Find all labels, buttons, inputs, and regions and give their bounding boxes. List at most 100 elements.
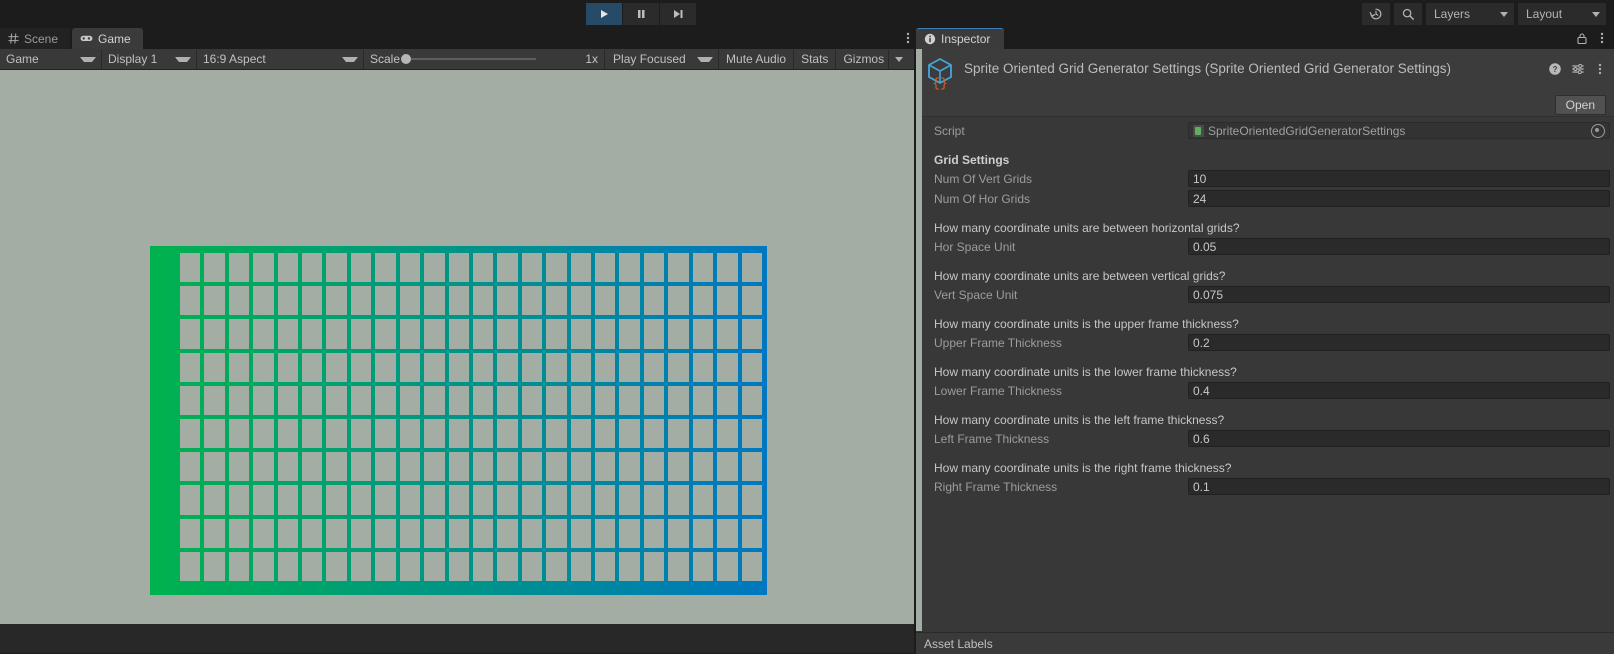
grid-cell <box>741 319 762 349</box>
grid-cell <box>399 485 421 515</box>
grid-cell <box>472 452 494 482</box>
grid-cell <box>326 385 347 415</box>
gamepad-icon <box>80 35 93 42</box>
scale-slider-group[interactable]: Scale 1x <box>364 49 606 69</box>
grid-cell <box>204 319 225 349</box>
gizmos-button[interactable]: Gizmos <box>836 49 889 69</box>
play-mode-dropdown[interactable]: Play Focused <box>607 49 720 69</box>
asset-labels-bar[interactable]: Asset Labels <box>916 632 1614 654</box>
grid-cell <box>326 419 347 449</box>
grid-cell <box>204 253 225 283</box>
grid-cell <box>424 452 445 482</box>
grid-cell <box>375 485 396 515</box>
display-dropdown[interactable]: Display 1 <box>102 49 197 69</box>
scale-slider-knob[interactable] <box>401 54 412 64</box>
field-row: Num Of Hor Grids 24 <box>916 189 1614 208</box>
field-help-text: How many coordinate units are between ve… <box>934 268 1226 283</box>
grid-cell <box>619 485 640 515</box>
grid-cell <box>253 352 274 382</box>
tab-scene[interactable]: Scene <box>0 28 71 49</box>
grid-cell <box>375 518 396 548</box>
grid-cell <box>253 253 274 283</box>
chevron-down-icon <box>342 56 358 62</box>
step-button[interactable] <box>660 3 696 25</box>
grid-cell <box>350 485 372 515</box>
play-button[interactable] <box>586 3 622 25</box>
panel-context-menu-left[interactable] <box>902 30 914 49</box>
field-input[interactable]: 0.075 <box>1188 286 1610 303</box>
inspector-object-title: Sprite Oriented Grid Generator Settings … <box>964 61 1451 76</box>
field-input[interactable]: 24 <box>1188 190 1610 207</box>
grid-cell <box>521 518 543 548</box>
grid-cell <box>350 253 372 283</box>
field-input[interactable]: 10 <box>1188 170 1610 187</box>
grid-cell <box>619 253 640 283</box>
grid-cell <box>497 518 518 548</box>
layers-dropdown[interactable]: Layers <box>1426 3 1514 25</box>
grid-cell <box>326 286 347 316</box>
grid-cell <box>521 352 543 382</box>
tab-inspector[interactable]: Inspector <box>916 28 1005 49</box>
grid-cell <box>326 518 347 548</box>
grid-cell <box>326 452 347 482</box>
grid-cell <box>204 551 225 581</box>
grid-cell <box>619 286 640 316</box>
script-object-field[interactable]: SpriteOrientedGridGeneratorSettings <box>1188 122 1610 139</box>
open-button[interactable]: Open <box>1554 95 1606 115</box>
grid-cell <box>399 253 421 283</box>
grid-cell <box>643 518 665 548</box>
history-icon <box>1369 8 1382 20</box>
grid-cell <box>741 518 762 548</box>
grid-cell <box>375 385 396 415</box>
sprite-oriented-grid <box>150 246 767 595</box>
tab-game[interactable]: Game <box>72 28 143 49</box>
grid-cells-container <box>180 253 762 581</box>
object-picker-icon[interactable] <box>1591 123 1605 138</box>
grid-cell <box>570 253 592 283</box>
tab-scene-label: Scene <box>24 31 59 46</box>
grid-cell <box>521 551 543 581</box>
layout-dropdown[interactable]: Layout <box>1518 3 1606 25</box>
grid-cell <box>204 452 225 482</box>
pause-icon <box>638 10 645 18</box>
aspect-dropdown[interactable]: 16:9 Aspect <box>197 49 364 69</box>
mute-audio-button[interactable]: Mute Audio <box>719 49 795 69</box>
grid-cell <box>741 485 762 515</box>
pause-button[interactable] <box>623 3 659 25</box>
gizmos-dropdown[interactable] <box>888 49 910 69</box>
history-button[interactable] <box>1362 3 1390 25</box>
grid-cell <box>521 385 543 415</box>
kebab-icon <box>906 32 910 44</box>
grid-cell <box>497 319 518 349</box>
field-help-text: How many coordinate units is the left fr… <box>934 412 1225 427</box>
view-mode-dropdown[interactable]: Game <box>0 49 102 69</box>
grid-cell <box>277 253 299 283</box>
playback-controls <box>586 3 697 25</box>
grid-cell <box>350 452 372 482</box>
scale-slider-track[interactable] <box>401 54 537 64</box>
grid-cell <box>350 518 372 548</box>
grid-cell <box>253 551 274 581</box>
chevron-down-icon <box>1592 11 1600 17</box>
help-icon[interactable]: ? <box>1548 62 1562 76</box>
kebab-icon[interactable] <box>1596 30 1608 46</box>
kebab-icon[interactable] <box>1594 61 1606 77</box>
grid-cell <box>619 352 640 382</box>
grid-cell <box>350 551 372 581</box>
field-input[interactable]: 0.4 <box>1188 382 1610 399</box>
grid-cell <box>692 385 714 415</box>
preset-icon[interactable] <box>1571 62 1585 76</box>
aspect-label: 16:9 Aspect <box>203 52 266 66</box>
search-button[interactable] <box>1394 3 1422 25</box>
grid-cell <box>399 385 421 415</box>
grid-cell <box>180 319 201 349</box>
field-input[interactable]: 0.1 <box>1188 478 1610 495</box>
grid-cell <box>350 419 372 449</box>
stats-button[interactable]: Stats <box>794 49 837 69</box>
grid-cell <box>717 385 738 415</box>
field-input[interactable]: 0.6 <box>1188 430 1610 447</box>
field-input[interactable]: 0.05 <box>1188 238 1610 255</box>
lock-icon[interactable] <box>1576 32 1588 45</box>
game-view-render-area[interactable] <box>0 70 914 653</box>
field-input[interactable]: 0.2 <box>1188 334 1610 351</box>
